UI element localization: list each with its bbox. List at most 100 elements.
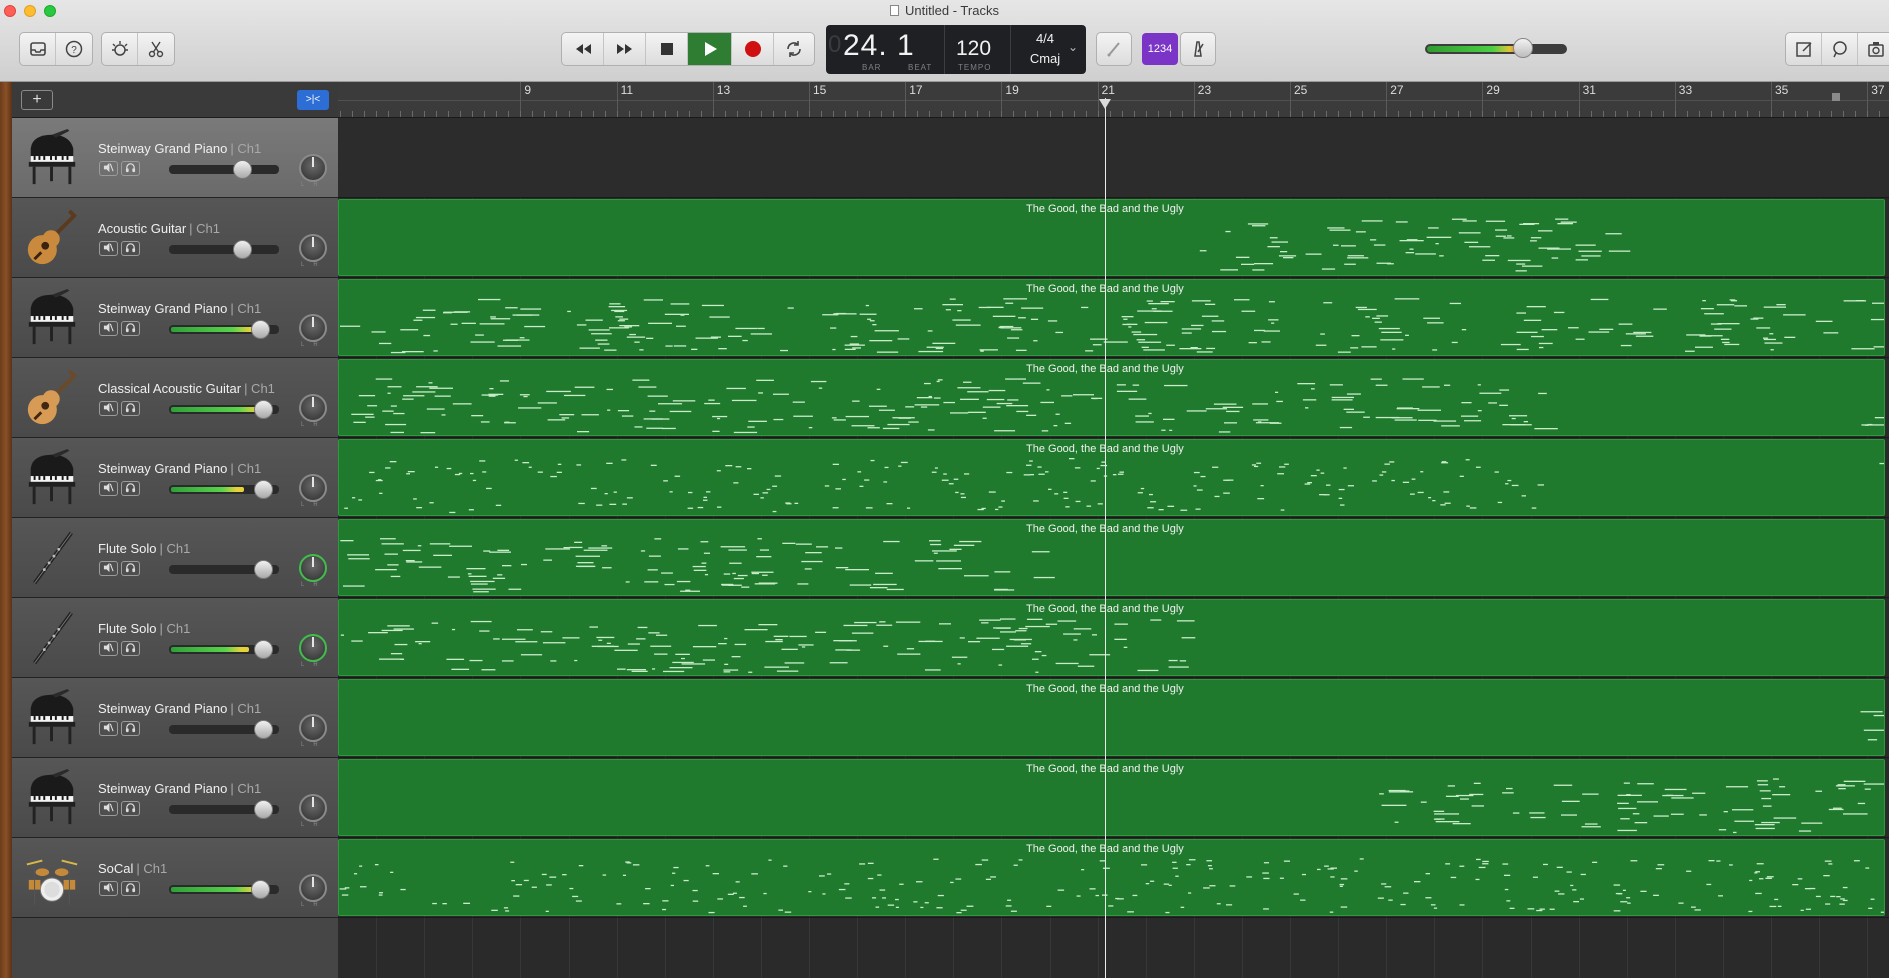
add-track-button[interactable]: + xyxy=(21,90,53,110)
track-name[interactable]: Classical Acoustic Guitar | Ch1 xyxy=(98,381,275,396)
stop-icon[interactable] xyxy=(646,33,688,65)
play-icon[interactable] xyxy=(688,33,732,65)
track-volume-knob[interactable] xyxy=(254,720,273,739)
solo-headphones-icon[interactable] xyxy=(121,161,140,176)
loop-browser-icon[interactable] xyxy=(1822,33,1858,65)
track-volume-knob[interactable] xyxy=(251,320,270,339)
track-lane[interactable]: The Good, the Bad and the Ugly xyxy=(338,198,1889,278)
track-header[interactable]: SoCal | Ch1 LR xyxy=(12,838,338,918)
midi-region[interactable]: The Good, the Bad and the Ugly xyxy=(338,519,1885,596)
track-lane[interactable]: The Good, the Bad and the Ugly xyxy=(338,838,1889,918)
solo-headphones-icon[interactable] xyxy=(121,801,140,816)
pan-knob[interactable] xyxy=(299,394,327,422)
pan-knob[interactable] xyxy=(299,314,327,342)
lcd-mode-chevron-down-icon[interactable]: ⌄ xyxy=(1068,40,1078,54)
pan-knob[interactable] xyxy=(299,794,327,822)
track-volume-knob[interactable] xyxy=(254,400,273,419)
media-browser-icon[interactable] xyxy=(1858,33,1889,65)
midi-region[interactable]: The Good, the Bad and the Ugly xyxy=(338,839,1885,916)
midi-region[interactable]: The Good, the Bad and the Ugly xyxy=(338,359,1885,436)
mute-speaker-icon[interactable] xyxy=(99,321,118,336)
track-name[interactable]: Flute Solo | Ch1 xyxy=(98,621,190,636)
record-icon[interactable] xyxy=(732,33,774,65)
solo-headphones-icon[interactable] xyxy=(121,561,140,576)
track-header[interactable]: Steinway Grand Piano | Ch1 LR xyxy=(12,118,338,198)
track-name[interactable]: Steinway Grand Piano | Ch1 xyxy=(98,301,261,316)
pan-knob[interactable] xyxy=(299,874,327,902)
track-header[interactable]: Steinway Grand Piano | Ch1 LR xyxy=(12,438,338,518)
track-header[interactable]: Steinway Grand Piano | Ch1 LR xyxy=(12,678,338,758)
track-name[interactable]: Steinway Grand Piano | Ch1 xyxy=(98,781,261,796)
track-lane[interactable]: The Good, the Bad and the Ugly xyxy=(338,358,1889,438)
track-header[interactable]: Flute Solo | Ch1 LR xyxy=(12,518,338,598)
track-lane[interactable]: The Good, the Bad and the Ugly xyxy=(338,758,1889,838)
mute-speaker-icon[interactable] xyxy=(99,721,118,736)
metronome-icon[interactable] xyxy=(1181,33,1215,65)
lcd-tempo[interactable]: 120 xyxy=(956,37,991,61)
track-volume-knob[interactable] xyxy=(233,240,252,259)
tracks-area[interactable]: The Good, the Bad and the Ugly The Good, … xyxy=(338,118,1889,978)
track-volume-knob[interactable] xyxy=(254,640,273,659)
track-header[interactable]: Classical Acoustic Guitar | Ch1 LR xyxy=(12,358,338,438)
midi-region[interactable]: The Good, the Bad and the Ugly xyxy=(338,759,1885,836)
track-header[interactable]: Flute Solo | Ch1 LR xyxy=(12,598,338,678)
mute-speaker-icon[interactable] xyxy=(99,801,118,816)
track-volume-slider[interactable] xyxy=(169,165,279,174)
solo-headphones-icon[interactable] xyxy=(121,401,140,416)
track-header[interactable]: Steinway Grand Piano | Ch1 LR xyxy=(12,278,338,358)
mute-speaker-icon[interactable] xyxy=(99,561,118,576)
midi-region[interactable]: The Good, the Bad and the Ugly xyxy=(338,279,1885,356)
track-name[interactable]: Acoustic Guitar | Ch1 xyxy=(98,221,220,236)
midi-region[interactable]: The Good, the Bad and the Ugly xyxy=(338,199,1885,276)
midi-region[interactable]: The Good, the Bad and the Ugly xyxy=(338,599,1885,676)
master-volume-slider[interactable] xyxy=(1425,44,1567,54)
tuner-icon[interactable] xyxy=(1097,33,1131,65)
catch-playhead-icon[interactable]: >|< xyxy=(297,90,329,110)
library-icon[interactable] xyxy=(20,33,56,65)
solo-headphones-icon[interactable] xyxy=(121,241,140,256)
mute-speaker-icon[interactable] xyxy=(99,161,118,176)
count-in-button[interactable]: 1234 xyxy=(1142,33,1178,65)
midi-region[interactable]: The Good, the Bad and the Ugly xyxy=(338,679,1885,756)
track-header[interactable]: Acoustic Guitar | Ch1 LR xyxy=(12,198,338,278)
cycle-icon[interactable] xyxy=(774,33,814,65)
mute-speaker-icon[interactable] xyxy=(99,401,118,416)
smart-controls-icon[interactable] xyxy=(102,33,138,65)
fast-forward-icon[interactable] xyxy=(604,33,646,65)
track-name[interactable]: Steinway Grand Piano | Ch1 xyxy=(98,141,261,156)
solo-headphones-icon[interactable] xyxy=(121,641,140,656)
pan-knob[interactable] xyxy=(299,234,327,262)
lcd-key[interactable]: Cmaj xyxy=(1025,51,1065,66)
playhead-handle[interactable] xyxy=(1099,99,1111,109)
midi-region[interactable]: The Good, the Bad and the Ugly xyxy=(338,439,1885,516)
solo-headphones-icon[interactable] xyxy=(121,881,140,896)
timeline-ruler[interactable]: 9111315171921232527293133353739 xyxy=(338,82,1889,118)
track-lane[interactable]: The Good, the Bad and the Ugly xyxy=(338,438,1889,518)
track-header[interactable]: Steinway Grand Piano | Ch1 LR xyxy=(12,758,338,838)
solo-headphones-icon[interactable] xyxy=(121,481,140,496)
track-lane[interactable] xyxy=(338,118,1889,198)
editors-scissors-icon[interactable] xyxy=(138,33,174,65)
track-lane[interactable]: The Good, the Bad and the Ugly xyxy=(338,678,1889,758)
lcd-time-signature[interactable]: 4/4 xyxy=(1025,31,1065,46)
track-volume-knob[interactable] xyxy=(254,560,273,579)
track-volume-knob[interactable] xyxy=(233,160,252,179)
end-marker[interactable] xyxy=(1832,93,1840,101)
mute-speaker-icon[interactable] xyxy=(99,641,118,656)
mute-speaker-icon[interactable] xyxy=(99,881,118,896)
track-volume-knob[interactable] xyxy=(254,480,273,499)
track-lane[interactable]: The Good, the Bad and the Ugly xyxy=(338,278,1889,358)
track-name[interactable]: Flute Solo | Ch1 xyxy=(98,541,190,556)
help-icon[interactable]: ? xyxy=(56,33,92,65)
pan-knob[interactable] xyxy=(299,474,327,502)
track-name[interactable]: SoCal | Ch1 xyxy=(98,861,167,876)
pan-knob[interactable] xyxy=(299,154,327,182)
pan-knob[interactable] xyxy=(299,634,327,662)
rewind-icon[interactable] xyxy=(562,33,604,65)
note-pad-icon[interactable] xyxy=(1786,33,1822,65)
track-lane[interactable]: The Good, the Bad and the Ugly xyxy=(338,598,1889,678)
solo-headphones-icon[interactable] xyxy=(121,321,140,336)
solo-headphones-icon[interactable] xyxy=(121,721,140,736)
lcd-display[interactable]: 0 24. 1 BAR BEAT 120 TEMPO 4/4 Cmaj xyxy=(826,25,1086,74)
mute-speaker-icon[interactable] xyxy=(99,481,118,496)
